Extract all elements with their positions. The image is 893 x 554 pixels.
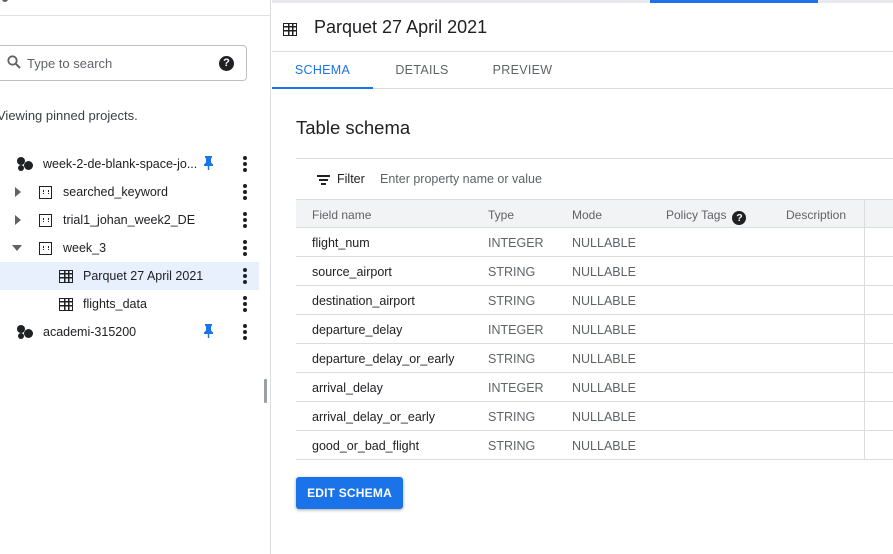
tree-item-project-academi[interactable]: academi-315200	[0, 318, 259, 346]
table-icon	[59, 270, 73, 283]
tree-item-dataset-week3[interactable]: week_3	[0, 234, 259, 262]
tree-item-label: trial1_johan_week2_DE	[63, 213, 196, 227]
mode-cell: NULLABLE	[572, 410, 636, 424]
table-row: flight_num INTEGER NULLABLE	[296, 228, 893, 257]
field-name-cell: departure_delay	[312, 323, 403, 337]
field-name-cell: good_or_bad_flight	[312, 439, 420, 453]
tree-item-label: week-2-de-blank-space-jo...	[43, 157, 198, 171]
more-actions-icon[interactable]	[242, 324, 248, 340]
column-header-description: Description	[786, 208, 847, 222]
edit-schema-button[interactable]: EDIT SCHEMA	[296, 477, 403, 509]
filter-icon[interactable]	[317, 175, 330, 185]
more-actions-icon[interactable]	[242, 184, 248, 200]
field-name-cell: arrival_delay_or_early	[312, 410, 435, 424]
help-icon[interactable]: ?	[732, 211, 747, 225]
mode-cell: NULLABLE	[572, 439, 636, 453]
field-name-cell: destination_airport	[312, 294, 415, 308]
divider	[0, 15, 271, 16]
table-row: source_airport STRING NULLABLE	[296, 257, 893, 286]
explorer-panel: ? Viewing pinned projects. week-2-de-bla…	[0, 0, 271, 554]
type-cell: INTEGER	[488, 323, 544, 337]
column-header-field-name: Field name	[312, 208, 372, 222]
table-row: arrival_delay INTEGER NULLABLE	[296, 373, 893, 402]
dataset-icon	[39, 214, 52, 227]
table-row: arrival_delay_or_early STRING NULLABLE	[296, 402, 893, 431]
table-header-row: Field name Type Mode Policy Tags? Descri…	[296, 199, 893, 229]
page-title: Parquet 27 April 2021	[314, 17, 488, 37]
more-actions-icon[interactable]	[242, 296, 248, 312]
project-icon	[17, 325, 34, 339]
field-name-cell: departure_delay_or_early	[312, 352, 455, 366]
tree-item-project-week2[interactable]: week-2-de-blank-space-jo...	[0, 150, 259, 178]
detail-tabs: SCHEMA DETAILS PREVIEW	[272, 52, 893, 89]
help-icon[interactable]: ?	[219, 56, 234, 71]
bigquery-console: ? Viewing pinned projects. week-2-de-bla…	[0, 0, 893, 554]
type-cell: STRING	[488, 410, 536, 424]
more-actions-icon[interactable]	[242, 240, 248, 256]
type-cell: STRING	[488, 294, 536, 308]
search-icon	[7, 55, 21, 69]
search-input[interactable]	[27, 46, 207, 80]
tree-item-label: searched_keyword	[63, 185, 168, 199]
tree-item-label: academi-315200	[43, 325, 137, 339]
type-cell: STRING	[488, 265, 536, 279]
field-name-cell: arrival_delay	[312, 381, 383, 395]
table-row: destination_airport STRING NULLABLE	[296, 286, 893, 315]
mode-cell: NULLABLE	[572, 323, 636, 337]
table-row: departure_delay_or_early STRING NULLABLE	[296, 344, 893, 373]
table-row: good_or_bad_flight STRING NULLABLE	[296, 431, 893, 460]
more-actions-icon[interactable]	[242, 156, 248, 172]
column-header-mode: Mode	[572, 208, 603, 222]
tree-item-table-flights-data[interactable]: flights_data	[0, 290, 259, 318]
filter-label[interactable]: Filter	[337, 172, 365, 186]
tab-preview[interactable]: PREVIEW	[471, 52, 574, 89]
mode-cell: NULLABLE	[572, 265, 636, 279]
filter-input[interactable]	[380, 165, 680, 193]
mode-cell: NULLABLE	[572, 294, 636, 308]
field-name-cell: source_airport	[312, 265, 392, 279]
pin-icon[interactable]	[203, 156, 214, 173]
column-header-policy-tags: Policy Tags?	[666, 208, 747, 225]
more-actions-icon[interactable]	[242, 268, 248, 284]
mode-cell: NULLABLE	[572, 236, 636, 250]
table-icon	[59, 298, 73, 311]
tree-item-label: Parquet 27 April 2021	[83, 269, 204, 283]
column-header-type: Type	[488, 208, 515, 222]
tree-item-label: flights_data	[83, 297, 147, 311]
title-bar: Parquet 27 April 2021	[272, 4, 893, 52]
dataset-icon	[39, 186, 52, 199]
type-cell: INTEGER	[488, 381, 544, 395]
field-name-cell: flight_num	[312, 236, 370, 250]
explorer-search[interactable]: ?	[0, 45, 247, 81]
section-title: Table schema	[296, 117, 411, 138]
tree-item-label: week_3	[63, 241, 107, 255]
more-actions-icon[interactable]	[242, 212, 248, 228]
table-detail-panel: Parquet 27 April 2021 SCHEMA DETAILS PRE…	[272, 0, 893, 554]
top-tab-strip	[272, 0, 893, 3]
tree-item-table-parquet[interactable]: Parquet 27 April 2021	[0, 262, 259, 290]
tab-schema[interactable]: SCHEMA	[272, 52, 373, 89]
more-icon[interactable]	[2, 0, 8, 2]
mode-cell: NULLABLE	[572, 381, 636, 395]
tree-item-dataset-searched-keyword[interactable]: searched_keyword	[0, 178, 259, 206]
mode-cell: NULLABLE	[572, 352, 636, 366]
schema-filter-bar: Filter	[296, 158, 893, 199]
dataset-icon	[39, 242, 52, 255]
expand-icon[interactable]	[15, 215, 21, 225]
panel-resize-handle[interactable]	[264, 379, 267, 403]
expand-icon[interactable]	[15, 187, 21, 197]
pin-icon[interactable]	[203, 324, 214, 341]
table-row: departure_delay INTEGER NULLABLE	[296, 315, 893, 344]
viewing-pinned-text: Viewing pinned projects.	[0, 108, 138, 123]
collapse-icon[interactable]	[12, 245, 22, 251]
project-icon	[17, 157, 34, 171]
table-icon	[283, 23, 297, 36]
type-cell: INTEGER	[488, 236, 544, 250]
type-cell: STRING	[488, 352, 536, 366]
type-cell: STRING	[488, 439, 536, 453]
tab-details[interactable]: DETAILS	[373, 52, 471, 89]
policy-tags-label: Policy Tags	[666, 208, 727, 222]
tree-item-dataset-trial1[interactable]: trial1_johan_week2_DE	[0, 206, 259, 234]
